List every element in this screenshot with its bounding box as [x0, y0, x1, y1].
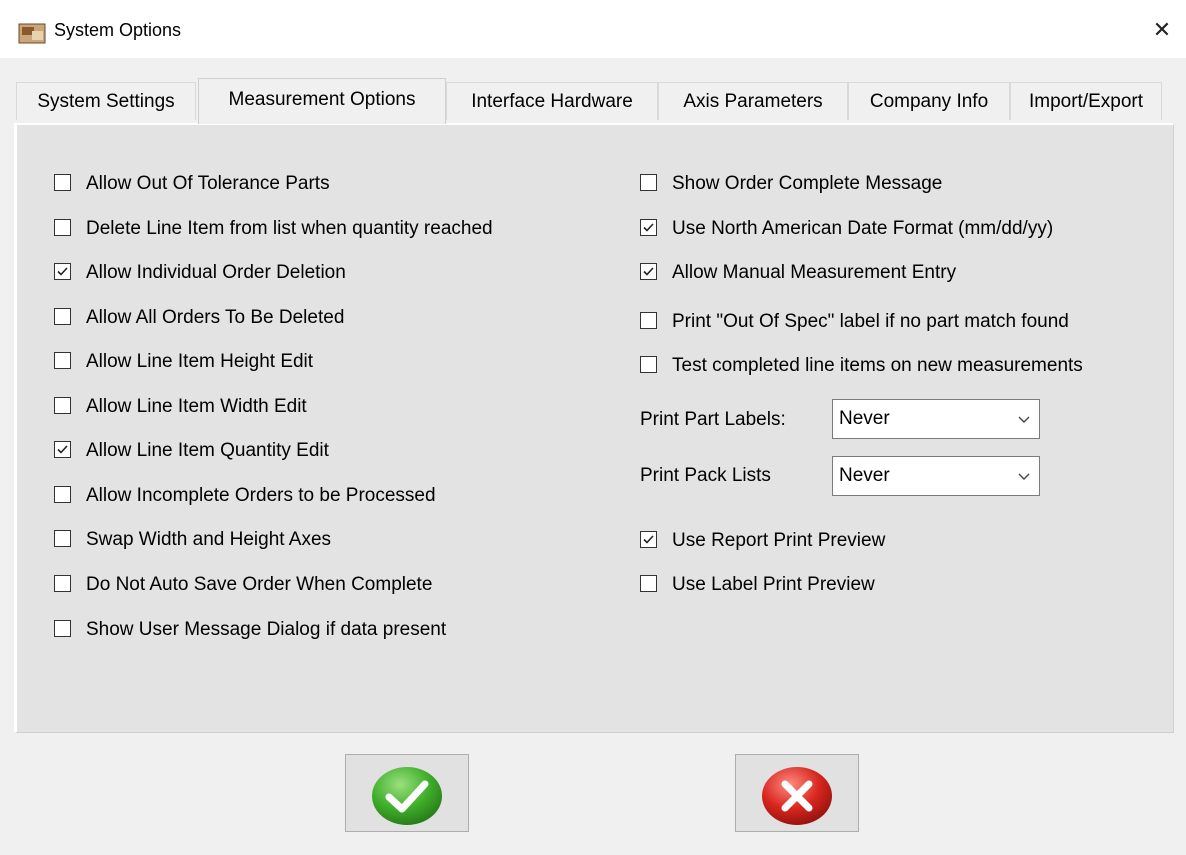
red-x-icon — [762, 767, 832, 825]
checkbox[interactable] — [54, 308, 71, 325]
ok-button[interactable] — [345, 754, 469, 832]
option-label: Use Report Print Preview — [672, 530, 886, 551]
app-icon — [18, 21, 46, 45]
tab-system-settings[interactable]: System Settings — [16, 82, 196, 120]
checkbox[interactable] — [54, 219, 71, 236]
green-checkmark-icon — [372, 767, 442, 825]
checkbox[interactable] — [640, 312, 657, 329]
option-label: Delete Line Item from list when quantity… — [86, 218, 493, 239]
tab-axis-parameters[interactable]: Axis Parameters — [658, 82, 848, 120]
option-label: Print "Out Of Spec" label if no part mat… — [672, 311, 1069, 332]
options-panel: Allow Out Of Tolerance Parts Delete Line … — [14, 123, 1174, 733]
option-label: Use Label Print Preview — [672, 574, 875, 595]
title-bar: System Options ✕ — [0, 0, 1186, 58]
tab-company-info[interactable]: Company Info — [848, 82, 1010, 120]
checkbox[interactable] — [54, 263, 71, 280]
option-label: Allow Line Item Quantity Edit — [86, 440, 329, 461]
checkbox[interactable] — [640, 219, 657, 236]
print-pack-lists-select[interactable]: Never — [832, 456, 1040, 496]
checkbox[interactable] — [54, 352, 71, 369]
tab-import-export[interactable]: Import/Export — [1010, 82, 1162, 120]
option-label: Allow Line Item Width Edit — [86, 396, 307, 417]
checkbox[interactable] — [640, 575, 657, 592]
option-label: Do Not Auto Save Order When Complete — [86, 574, 433, 595]
option-label: Show User Message Dialog if data present — [86, 619, 447, 640]
checkmark-icon — [643, 535, 654, 544]
tab-measurement-options[interactable]: Measurement Options — [198, 78, 446, 124]
checkbox[interactable] — [54, 620, 71, 637]
button-bar — [0, 733, 1186, 855]
checkbox[interactable] — [54, 174, 71, 191]
option-label: Allow Individual Order Deletion — [86, 262, 346, 283]
checkbox[interactable] — [54, 441, 71, 458]
option-label: Allow Out Of Tolerance Parts — [86, 173, 330, 194]
checkmark-icon — [57, 445, 68, 454]
window-title: System Options — [54, 20, 182, 40]
option-label: Test completed line items on new measure… — [672, 355, 1083, 376]
option-label: Allow Manual Measurement Entry — [672, 262, 957, 283]
option-label: Allow All Orders To Be Deleted — [86, 307, 345, 328]
print-pack-lists-label: Print Pack Lists — [640, 465, 771, 486]
print-part-labels-label: Print Part Labels: — [640, 409, 786, 430]
checkbox[interactable] — [54, 397, 71, 414]
checkmark-icon — [643, 267, 654, 276]
checkbox[interactable] — [640, 263, 657, 280]
option-label: Show Order Complete Message — [672, 173, 943, 194]
checkbox[interactable] — [640, 531, 657, 548]
checkmark-icon — [57, 267, 68, 276]
chevron-down-icon — [1018, 473, 1030, 480]
tab-strip: System Settings Measurement Options Inte… — [0, 58, 1186, 124]
option-label: Use North American Date Format (mm/dd/yy… — [672, 218, 1054, 239]
chevron-down-icon — [1018, 416, 1030, 423]
option-label: Allow Incomplete Orders to be Processed — [86, 485, 436, 506]
checkbox[interactable] — [640, 356, 657, 373]
checkbox[interactable] — [54, 530, 71, 547]
print-part-labels-value: Never — [839, 408, 890, 429]
print-pack-lists-value: Never — [839, 465, 890, 486]
option-label: Swap Width and Height Axes — [86, 529, 332, 550]
option-label: Allow Line Item Height Edit — [86, 351, 314, 372]
close-button[interactable]: ✕ — [1138, 8, 1186, 52]
checkbox[interactable] — [640, 174, 657, 191]
checkbox[interactable] — [54, 486, 71, 503]
checkmark-icon — [643, 223, 654, 232]
checkbox[interactable] — [54, 575, 71, 592]
print-part-labels-select[interactable]: Never — [832, 399, 1040, 439]
tab-interface-hardware[interactable]: Interface Hardware — [446, 82, 658, 120]
cancel-button[interactable] — [735, 754, 859, 832]
